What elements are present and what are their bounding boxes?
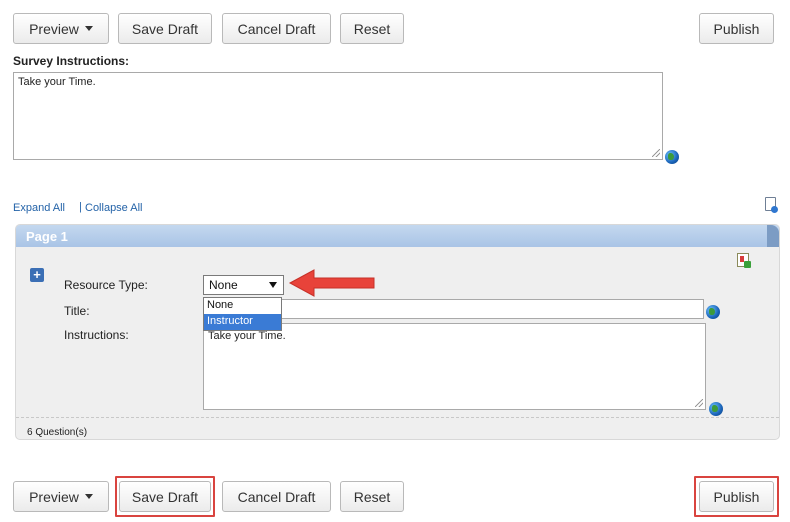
resource-type-label: Resource Type: [64, 278, 148, 292]
dropdown-option-instructor[interactable]: Instructor [204, 314, 281, 330]
cancel-draft-button[interactable]: Cancel Draft [222, 13, 331, 44]
page-header[interactable]: Page 1 [16, 225, 779, 247]
save-draft-label: Save Draft [131, 20, 199, 37]
preview-button-label: Preview [29, 20, 79, 37]
resize-grip-icon[interactable] [652, 149, 660, 157]
document-icon[interactable] [765, 197, 778, 213]
page-instructions-field[interactable]: Take your Time. [203, 323, 706, 410]
reset-label: Reset [353, 20, 391, 37]
cancel-draft-label: Cancel Draft [237, 488, 316, 505]
save-draft-label: Save Draft [131, 488, 199, 505]
page-header-tab [767, 225, 779, 247]
publish-label: Publish [713, 20, 760, 37]
resource-type-select[interactable]: None [203, 275, 284, 295]
annotation-arrow-icon [288, 269, 375, 297]
expand-plus-icon[interactable]: + [30, 268, 44, 282]
save-draft-button[interactable]: Save Draft [118, 13, 212, 44]
chevron-down-icon [84, 26, 93, 31]
reset-label: Reset [353, 488, 391, 505]
survey-instructions-field[interactable]: Take your Time. [13, 72, 663, 160]
resource-type-dropdown: None Instructor [203, 297, 282, 331]
page-title: Page 1 [26, 229, 68, 244]
reset-button[interactable]: Reset [340, 481, 404, 512]
add-page-icon[interactable] [737, 253, 751, 268]
reset-button[interactable]: Reset [340, 13, 404, 44]
cancel-draft-button[interactable]: Cancel Draft [222, 481, 331, 512]
survey-instructions-value: Take your Time. [18, 76, 96, 88]
publish-label: Publish [713, 488, 760, 505]
globe-icon[interactable] [709, 402, 723, 416]
page-instructions-value: Take your Time. [208, 330, 286, 342]
publish-button[interactable]: Publish [699, 481, 774, 512]
survey-instructions-label: Survey Instructions: [13, 54, 130, 68]
preview-button[interactable]: Preview [13, 13, 109, 44]
resize-grip-icon[interactable] [695, 399, 703, 407]
link-separator: | [79, 201, 82, 213]
chevron-down-icon [84, 494, 93, 499]
title-label: Title: [64, 304, 90, 318]
preview-button[interactable]: Preview [13, 481, 109, 512]
panel-divider [16, 417, 779, 418]
cancel-draft-label: Cancel Draft [237, 20, 316, 37]
globe-icon[interactable] [665, 150, 679, 164]
publish-button[interactable]: Publish [699, 13, 774, 44]
dropdown-option-none[interactable]: None [204, 298, 281, 314]
collapse-all-link[interactable]: Collapse All [85, 202, 142, 214]
globe-icon[interactable] [706, 305, 720, 319]
page-panel: Page 1 + Resource Type: Title: Instructi… [15, 224, 780, 440]
instructions-label: Instructions: [64, 328, 129, 342]
dropdown-arrow-icon [269, 282, 277, 288]
question-count: 6 Question(s) [27, 427, 88, 438]
expand-all-link[interactable]: Expand All [13, 202, 65, 214]
preview-button-label: Preview [29, 488, 79, 505]
save-draft-button[interactable]: Save Draft [119, 481, 211, 512]
resource-type-value: None [209, 278, 238, 292]
title-input[interactable] [280, 299, 704, 319]
